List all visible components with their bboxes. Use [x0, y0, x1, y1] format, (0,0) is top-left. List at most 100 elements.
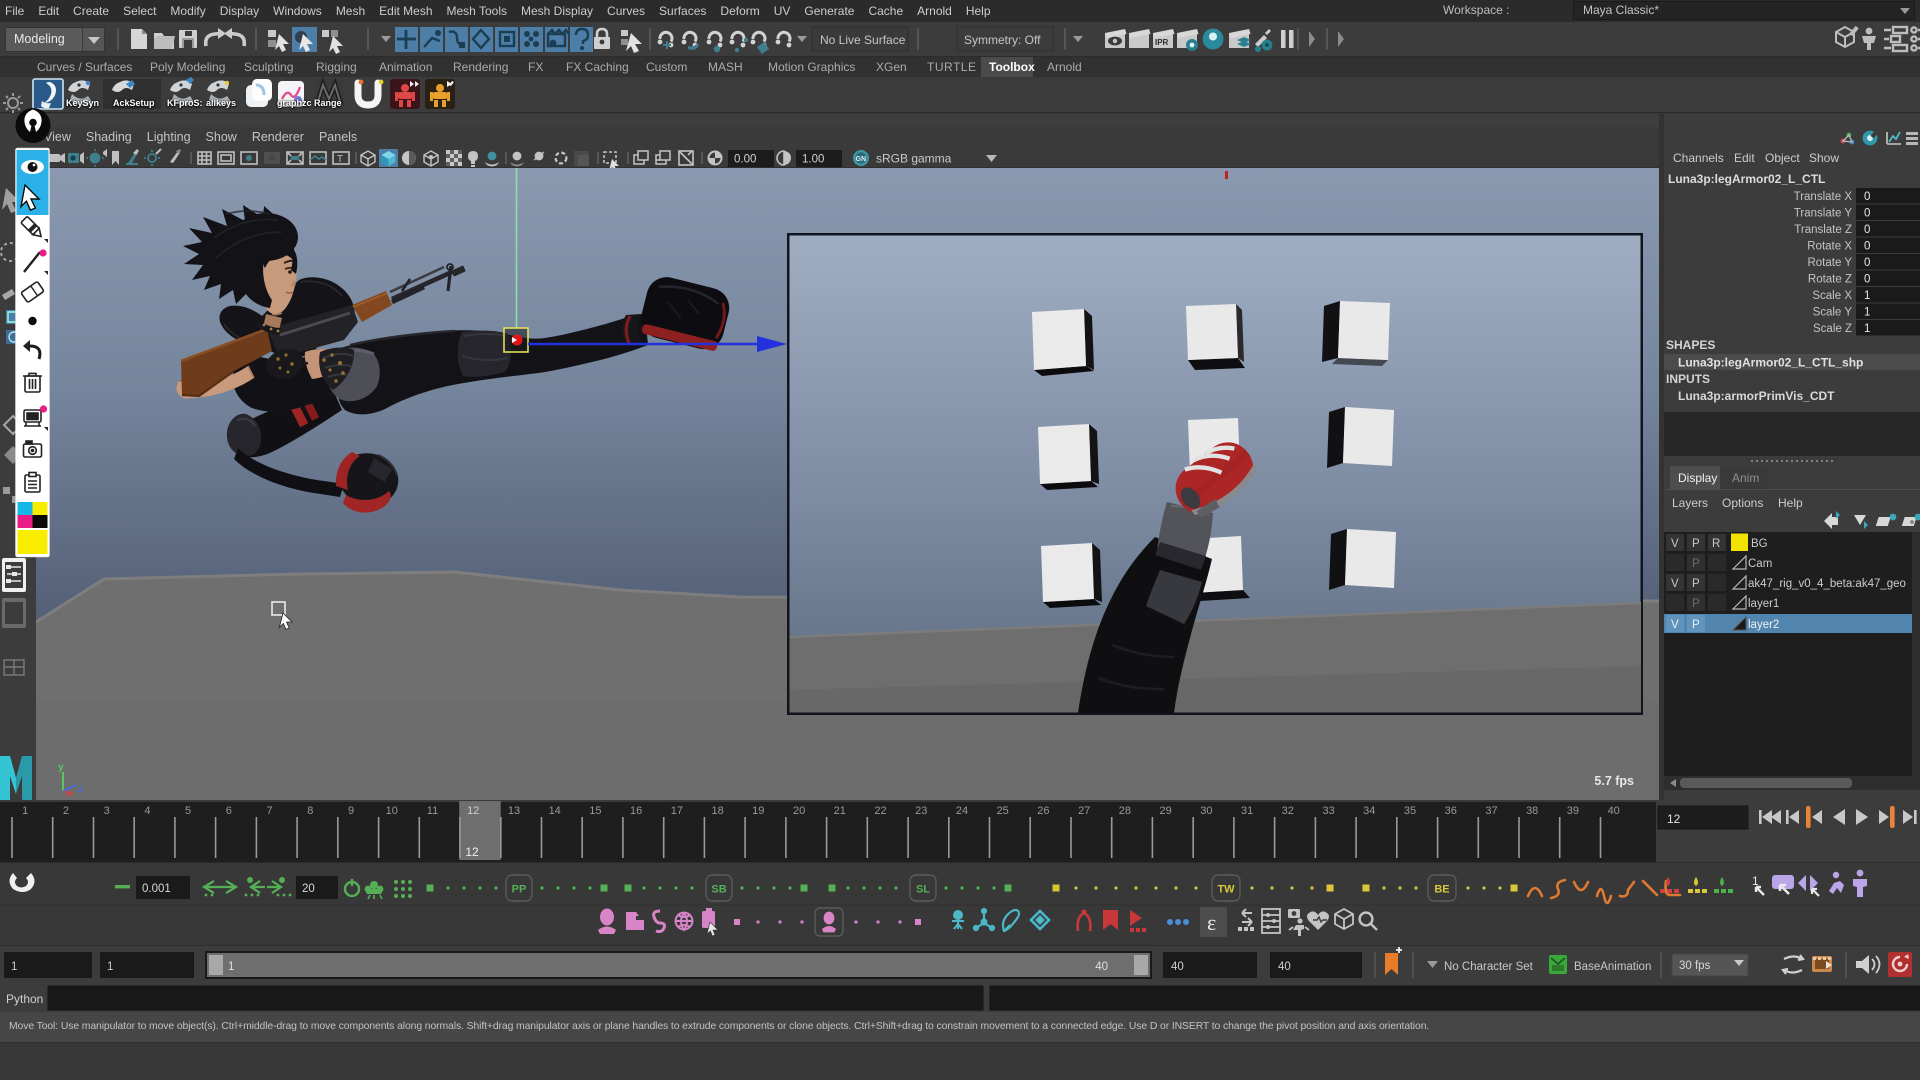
svg-text:4: 4 — [144, 805, 150, 817]
svg-text:Help: Help — [1778, 496, 1803, 510]
svg-text:0: 0 — [1864, 241, 1870, 253]
svg-text:0: 0 — [1864, 224, 1870, 236]
svg-text:sRGB gamma: sRGB gamma — [876, 152, 952, 166]
svg-text:12: 12 — [467, 805, 479, 817]
svg-text:V: V — [1671, 578, 1679, 590]
svg-text:1: 1 — [107, 961, 113, 973]
svg-text:38: 38 — [1526, 805, 1538, 817]
svg-text:0: 0 — [1864, 257, 1870, 269]
svg-text:20: 20 — [302, 883, 315, 895]
svg-text:19: 19 — [752, 805, 764, 817]
svg-text:0.001: 0.001 — [142, 883, 171, 895]
svg-text:10: 10 — [386, 805, 398, 817]
svg-text:6: 6 — [226, 805, 232, 817]
svg-text:Cam: Cam — [1748, 558, 1772, 570]
svg-text:BaseAnimation: BaseAnimation — [1574, 961, 1651, 973]
svg-text:Scale Z: Scale Z — [1813, 323, 1852, 335]
svg-text:5: 5 — [185, 805, 191, 817]
svg-text:23: 23 — [915, 805, 927, 817]
svg-text:12: 12 — [1667, 812, 1681, 826]
svg-text:40: 40 — [1095, 961, 1108, 973]
svg-text:0.00: 0.00 — [734, 154, 756, 166]
svg-text:9: 9 — [348, 805, 354, 817]
svg-text:29: 29 — [1159, 805, 1171, 817]
svg-text:33: 33 — [1322, 805, 1334, 817]
svg-text:2: 2 — [63, 805, 69, 817]
svg-text:37: 37 — [1485, 805, 1497, 817]
svg-text:No Character Set: No Character Set — [1444, 961, 1534, 973]
svg-text:BG: BG — [1751, 538, 1768, 550]
svg-text:1.00: 1.00 — [802, 154, 824, 166]
svg-text:0: 0 — [1864, 274, 1870, 286]
svg-text:1: 1 — [22, 805, 28, 817]
svg-text:ak47_rig_v0_4_beta:ak47_geo: ak47_rig_v0_4_beta:ak47_geo — [1748, 578, 1906, 590]
svg-text:27: 27 — [1078, 805, 1090, 817]
svg-text:z: z — [78, 784, 83, 795]
svg-text:P: P — [1692, 619, 1700, 631]
svg-text:P: P — [1692, 538, 1700, 550]
svg-text:T: T — [337, 154, 343, 165]
svg-text:32: 32 — [1282, 805, 1294, 817]
svg-text:1: 1 — [1864, 323, 1870, 335]
svg-text:TW: TW — [1217, 884, 1235, 896]
svg-text:Luna3p:armorPrimVis_CDT: Luna3p:armorPrimVis_CDT — [1678, 389, 1835, 403]
svg-text:Translate X: Translate X — [1794, 191, 1853, 203]
svg-text:No Live Surface: No Live Surface — [820, 33, 906, 47]
svg-text:INPUTS: INPUTS — [1666, 372, 1710, 386]
svg-text:40: 40 — [1278, 961, 1291, 973]
svg-text:Scale Y: Scale Y — [1813, 307, 1853, 319]
svg-text:P: P — [1692, 598, 1700, 610]
svg-text:1: 1 — [228, 961, 234, 973]
svg-text:17: 17 — [671, 805, 683, 817]
svg-text:x: x — [66, 789, 72, 800]
svg-text:39: 39 — [1567, 805, 1579, 817]
svg-text:28: 28 — [1119, 805, 1131, 817]
svg-text:GN: GN — [856, 156, 867, 163]
svg-text:16: 16 — [630, 805, 642, 817]
svg-text:PP: PP — [512, 884, 527, 896]
svg-text:30: 30 — [1200, 805, 1212, 817]
svg-text:Layers: Layers — [1672, 496, 1708, 510]
svg-text:0: 0 — [1864, 191, 1870, 203]
svg-text:R: R — [1712, 538, 1720, 550]
svg-text:1: 1 — [1864, 290, 1870, 302]
svg-text:y: y — [58, 762, 64, 773]
svg-text:Rotate X: Rotate X — [1807, 241, 1852, 253]
svg-text:Scale X: Scale X — [1812, 290, 1852, 302]
svg-text:V: V — [1671, 619, 1679, 631]
svg-text:BE: BE — [1434, 884, 1449, 896]
svg-text:Rotate Z: Rotate Z — [1808, 274, 1852, 286]
svg-text:34: 34 — [1363, 805, 1375, 817]
svg-text:Anim: Anim — [1732, 471, 1759, 485]
svg-text:36: 36 — [1445, 805, 1457, 817]
svg-text:Options: Options — [1722, 496, 1763, 510]
svg-text:P: P — [1692, 578, 1700, 590]
svg-text:7: 7 — [267, 805, 273, 817]
svg-text:Translate Z: Translate Z — [1794, 224, 1852, 236]
svg-text:15: 15 — [589, 805, 601, 817]
svg-text:13: 13 — [508, 805, 520, 817]
svg-text:IPR: IPR — [1155, 38, 1169, 47]
svg-text:Edit: Edit — [1734, 151, 1755, 165]
svg-text:Show: Show — [1809, 151, 1839, 165]
svg-text:11: 11 — [427, 805, 438, 817]
svg-text:1: 1 — [1864, 307, 1870, 319]
svg-text:Luna3p:legArmor02_L_CTL_shp: Luna3p:legArmor02_L_CTL_shp — [1678, 356, 1863, 370]
svg-text:0: 0 — [1864, 208, 1870, 220]
svg-text:SL: SL — [916, 884, 930, 896]
svg-text:31: 31 — [1241, 805, 1253, 817]
svg-text:Rotate Y: Rotate Y — [1807, 257, 1852, 269]
svg-text:20: 20 — [793, 805, 805, 817]
svg-text:5.7 fps: 5.7 fps — [1594, 774, 1634, 788]
svg-text:Translate Y: Translate Y — [1794, 208, 1852, 220]
svg-text:8: 8 — [307, 805, 313, 817]
svg-text:V: V — [1671, 538, 1679, 550]
svg-text:Python: Python — [6, 992, 43, 1006]
svg-text:Channels: Channels — [1673, 151, 1724, 165]
svg-text:layer1: layer1 — [1748, 598, 1779, 610]
svg-text:40: 40 — [1608, 805, 1620, 817]
svg-text:25: 25 — [997, 805, 1009, 817]
svg-text:24: 24 — [956, 805, 968, 817]
svg-text:18: 18 — [711, 805, 723, 817]
svg-text:21: 21 — [834, 805, 846, 817]
